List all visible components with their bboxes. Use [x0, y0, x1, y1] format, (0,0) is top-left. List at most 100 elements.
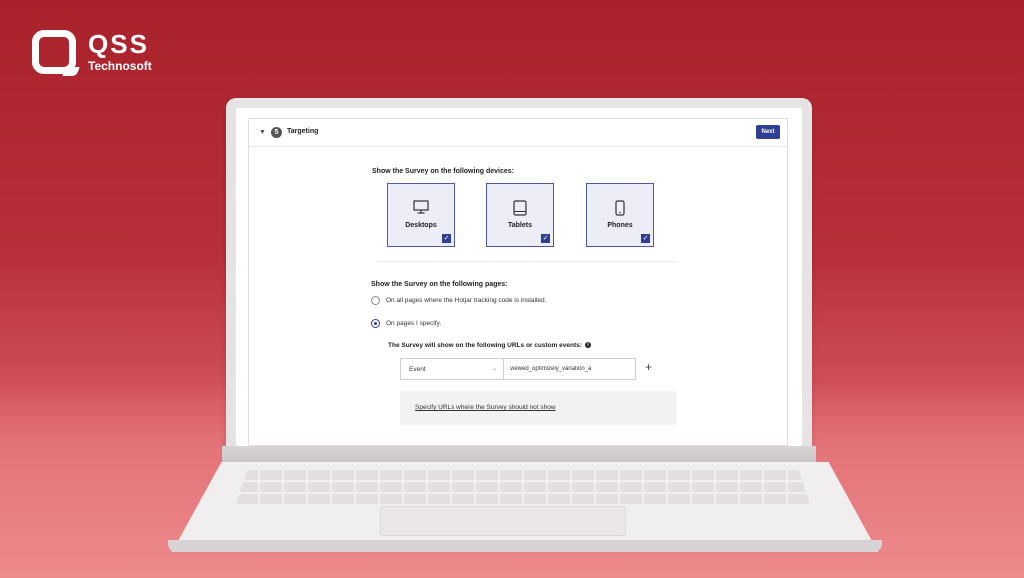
keyboard-key: [596, 482, 618, 492]
keyboard-key: [356, 494, 378, 504]
rules-heading-text: The Survey will show on the following UR…: [388, 342, 582, 349]
keyboard-key: [428, 482, 450, 492]
rules-heading: The Survey will show on the following UR…: [388, 342, 591, 349]
laptop-screen: ▼ 5 Targeting Next Show the Survey on th…: [236, 108, 802, 446]
keyboard-key: [668, 470, 690, 480]
info-icon[interactable]: i: [584, 342, 591, 349]
checkbox-checked-icon[interactable]: ✓: [641, 234, 650, 243]
keyboard-key: [620, 482, 642, 492]
radio-all-pages[interactable]: [371, 296, 380, 305]
caret-down-icon[interactable]: ▼: [259, 129, 266, 136]
keyboard-key: [404, 494, 426, 504]
logo-text: QSS Technosoft: [88, 31, 152, 73]
device-option-desktops[interactable]: Desktops ✓: [387, 183, 455, 247]
keyboard-key: [308, 482, 330, 492]
logo-q-icon: [32, 30, 76, 74]
keyboard-key: [308, 470, 330, 480]
radio-label-specific-pages: On pages I specify.: [386, 320, 442, 327]
keyboard-key: [284, 482, 306, 492]
keyboard-key: [620, 494, 642, 504]
exclude-urls-box: Specify URLs where the Survey should not…: [400, 391, 676, 425]
device-option-phones[interactable]: Phones ✓: [586, 183, 654, 247]
checkbox-checked-icon[interactable]: ✓: [541, 234, 550, 243]
keyboard-key: [332, 470, 354, 480]
keyboard-key: [452, 482, 474, 492]
exclude-urls-link[interactable]: Specify URLs where the Survey should not…: [415, 404, 556, 411]
keyboard-key: [356, 482, 378, 492]
keyboard-key: [716, 494, 738, 504]
keyboard-key: [644, 494, 666, 504]
keyboard-key: [764, 482, 786, 492]
keyboard-key: [380, 482, 402, 492]
keyboard-key: [428, 494, 450, 504]
next-button[interactable]: Next: [756, 125, 780, 139]
logo-name: QSS: [88, 29, 149, 59]
keyboard-key: [548, 470, 570, 480]
keyboard-key: [764, 470, 786, 480]
logo-subtitle: Technosoft: [88, 59, 152, 73]
checkbox-checked-icon[interactable]: ✓: [442, 234, 451, 243]
keyboard-key: [572, 470, 594, 480]
pages-heading: Show the Survey on the following pages:: [371, 281, 508, 288]
keyboard-key: [740, 482, 762, 492]
tablet-icon: [513, 200, 527, 216]
keyboard-key: [692, 494, 714, 504]
keyboard-key: [428, 470, 450, 480]
keyboard-key: [716, 482, 738, 492]
keyboard-key: [692, 470, 714, 480]
keyboard-key: [404, 482, 426, 492]
devices-heading: Show the Survey on the following devices…: [372, 168, 514, 175]
desktop-icon: [413, 200, 429, 214]
rule-type-select[interactable]: Event ⌄: [400, 358, 504, 380]
keyboard-key: [572, 494, 594, 504]
keyboard-key: [500, 470, 522, 480]
keyboard-key: [500, 482, 522, 492]
keyboard-key: [596, 494, 618, 504]
keyboard-key: [476, 482, 498, 492]
keyboard-key: [524, 470, 546, 480]
keyboard-key: [332, 482, 354, 492]
device-label: Phones: [607, 222, 633, 229]
keyboard-key: [332, 494, 354, 504]
keyboard-key: [452, 494, 474, 504]
laptop-hinge: [222, 446, 816, 464]
keyboard-key: [740, 494, 762, 504]
keyboard-key: [452, 470, 474, 480]
keyboard-key: [620, 470, 642, 480]
keyboard-key: [668, 482, 690, 492]
keyboard-key: [644, 470, 666, 480]
radio-label-all-pages: On all pages where the Hotjar tracking c…: [386, 297, 547, 304]
device-option-tablets[interactable]: Tablets ✓: [486, 183, 554, 247]
keyboard-key: [572, 482, 594, 492]
keyboard-key: [524, 494, 546, 504]
keyboard-key: [764, 494, 786, 504]
section-header[interactable]: ▼ 5 Targeting Next: [249, 119, 787, 147]
keyboard-key: [260, 482, 282, 492]
laptop-keyboard: [236, 470, 810, 504]
keyboard-key: [380, 470, 402, 480]
keyboard-key: [644, 482, 666, 492]
section-divider: [377, 261, 677, 262]
keyboard-key: [236, 494, 258, 504]
add-rule-icon[interactable]: +: [645, 360, 652, 374]
brand-logo: QSS Technosoft: [32, 30, 152, 74]
radio-specific-pages[interactable]: [371, 319, 380, 328]
keyboard-key: [500, 494, 522, 504]
device-label: Desktops: [405, 222, 437, 229]
laptop-trackpad: [380, 506, 626, 536]
rule-value-input[interactable]: [503, 358, 636, 380]
keyboard-key: [308, 494, 330, 504]
section-title: Targeting: [287, 128, 319, 135]
phone-icon: [615, 200, 625, 216]
chevron-down-icon: ⌄: [491, 366, 497, 372]
keyboard-key: [260, 470, 282, 480]
keyboard-key: [380, 494, 402, 504]
keyboard-key: [692, 482, 714, 492]
keyboard-key: [476, 494, 498, 504]
step-number-badge: 5: [271, 127, 282, 138]
keyboard-key: [476, 470, 498, 480]
keyboard-key: [548, 494, 570, 504]
targeting-panel: ▼ 5 Targeting Next Show the Survey on th…: [248, 118, 788, 446]
keyboard-key: [548, 482, 570, 492]
keyboard-key: [284, 494, 306, 504]
